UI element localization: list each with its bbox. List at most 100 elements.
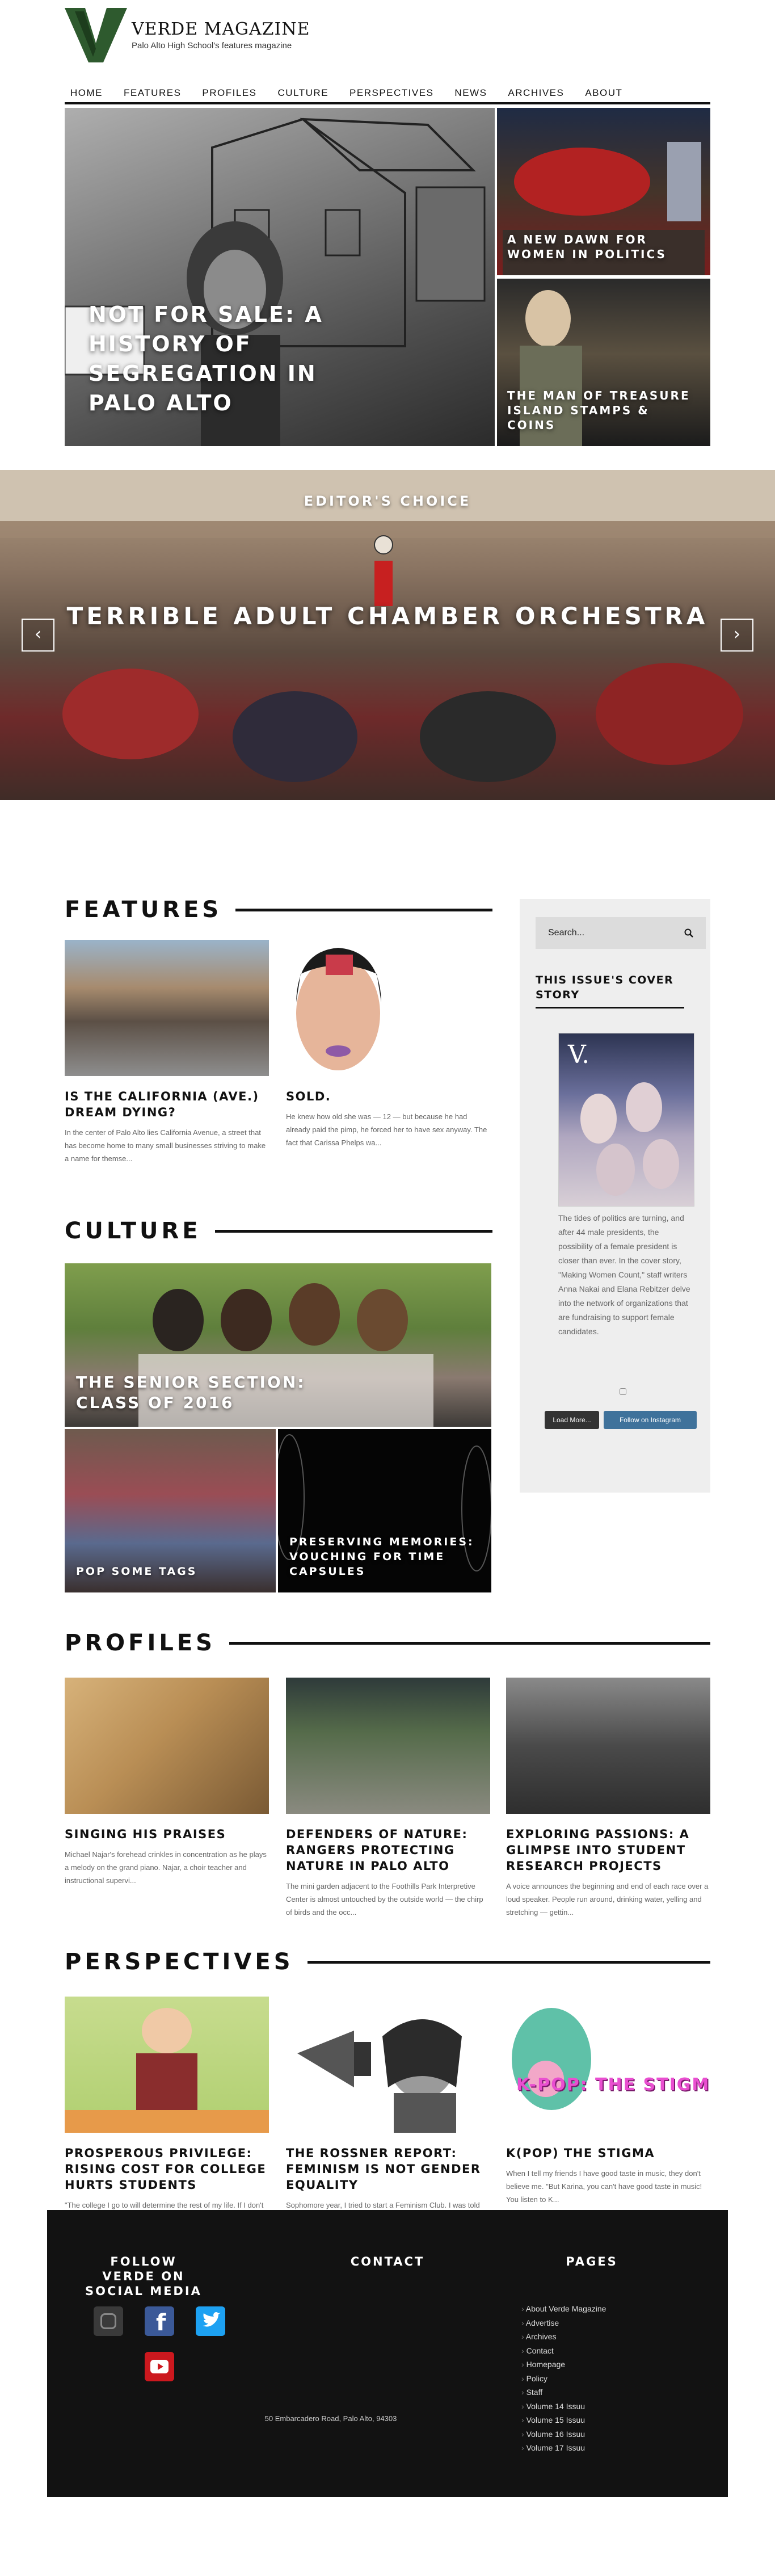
megaphone-illustration-image[interactable] (286, 1997, 490, 2133)
card-title[interactable]: PROSPEROUS PRIVILEGE: RISING COST FOR CO… (65, 2145, 269, 2193)
card-title[interactable]: IS THE CALIFORNIA (AVE.) DREAM DYING? (65, 1089, 269, 1120)
profile-card-rangers[interactable]: DEFENDERS OF NATURE: RANGERS PROTECTING … (286, 1678, 490, 1919)
card-title[interactable]: DEFENDERS OF NATURE: RANGERS PROTECTING … (286, 1826, 490, 1874)
footer-page-link[interactable]: About Verde Magazine (521, 2302, 606, 2316)
perspectives-heading: PERSPECTIVES (65, 1949, 710, 1975)
slider-next-button[interactable]: › (721, 619, 753, 652)
card-excerpt: In the center of Palo Alto lies Californ… (65, 1128, 266, 1163)
site-footer: FOLLOW VERDE ON SOCIAL MEDIA CONTACT PAG… (47, 2210, 728, 2497)
site-header: VERDE MAGAZINE Palo Alto High School's f… (65, 0, 710, 62)
california-ave-image[interactable] (65, 940, 269, 1076)
nav-profiles[interactable]: PROFILES (202, 87, 256, 99)
instagram-icon[interactable] (94, 2306, 123, 2336)
card-title[interactable]: SOLD. (286, 1089, 490, 1104)
editors-choice-title[interactable]: TERRIBLE ADULT CHAMBER ORCHESTRA (0, 602, 775, 631)
perspectives-title[interactable]: PERSPECTIVES (65, 1949, 294, 1975)
footer-page-link[interactable]: Contact (521, 2344, 606, 2358)
culture-tile-1-title[interactable]: POP SOME TAGS (76, 1564, 197, 1579)
nav-home[interactable]: HOME (70, 87, 103, 99)
culture-title[interactable]: CULTURE (65, 1218, 201, 1244)
card-title[interactable]: K(POP) THE STIGMA (506, 2145, 710, 2161)
search-box[interactable]: Search... (536, 917, 706, 949)
footer-pages-list: About Verde Magazine Advertise Archives … (521, 2302, 606, 2455)
chevron-right-icon: › (734, 624, 740, 644)
culture-tile-2-title[interactable]: PRESERVING MEMORIES: VOUCHING FOR TIME C… (289, 1535, 482, 1579)
site-logo[interactable]: VERDE MAGAZINE Palo Alto High School's f… (65, 8, 310, 62)
kpop-image-text: K-POP: THE STIGMA (516, 2075, 709, 2095)
profile-card-research[interactable]: EXPLORING PASSIONS: A GLIMPSE INTO STUDE… (506, 1678, 710, 1919)
cover-women-illustration-image (580, 1082, 679, 1196)
nav-archives[interactable]: ARCHIVES (508, 87, 564, 99)
nav-culture[interactable]: CULTURE (278, 87, 329, 99)
cover-story-image[interactable]: V. (558, 1033, 694, 1207)
card-excerpt: A voice announces the beginning and end … (506, 1882, 709, 1917)
youtube-icon[interactable] (145, 2352, 174, 2381)
card-excerpt: The mini garden adjacent to the Foothill… (286, 1882, 483, 1917)
facebook-icon[interactable]: f (145, 2306, 174, 2336)
footer-social-heading: FOLLOW VERDE ON SOCIAL MEDIA (85, 2255, 202, 2298)
hero-main-title[interactable]: NOT FOR SALE: A HISTORY OF SEGREGATION I… (89, 300, 384, 418)
page-container: VERDE MAGAZINE Palo Alto High School's f… (65, 0, 710, 446)
card-title[interactable]: SINGING HIS PRAISES (65, 1826, 269, 1842)
hero-side-story-2[interactable]: THE MAN OF TREASURE ISLAND STAMPS & COIN… (497, 279, 710, 446)
culture-tile-pop-some-tags[interactable]: POP SOME TAGS (65, 1429, 276, 1592)
footer-page-link[interactable]: Policy (521, 2372, 606, 2386)
hero-main-story[interactable]: NOT FOR SALE: A HISTORY OF SEGREGATION I… (65, 108, 495, 446)
privilege-illustration-image[interactable] (65, 1997, 269, 2133)
editors-choice-slider[interactable]: EDITOR'S CHOICE TERRIBLE ADULT CHAMBER O… (0, 470, 775, 800)
hero-side-1-title[interactable]: A NEW DAWN FOR WOMEN IN POLITICS (507, 232, 694, 262)
kpop-illustration-image[interactable]: K-POP: THE STIGMA (506, 1997, 710, 2133)
perspective-card-rossner[interactable]: THE ROSSNER REPORT: FEMINISM IS NOT GEND… (286, 1997, 490, 2238)
profile-card-singing[interactable]: SINGING HIS PRAISES Michael Najar's fore… (65, 1678, 269, 1887)
card-title[interactable]: THE ROSSNER REPORT: FEMINISM IS NOT GEND… (286, 2145, 490, 2193)
twitter-icon[interactable] (196, 2306, 225, 2336)
footer-pages-heading: PAGES (566, 2255, 618, 2268)
cover-story-heading: THIS ISSUE'S COVER STORY (536, 973, 684, 1008)
sold-illustration-image[interactable] (286, 940, 490, 1076)
feature-card-sold[interactable]: SOLD. He knew how old she was — 12 — but… (286, 940, 490, 1149)
footer-address: 50 Embarcadero Road, Palo Alto, 94303 (264, 2414, 397, 2423)
rangers-image[interactable] (286, 1678, 490, 1814)
perspective-card-privilege[interactable]: PROSPEROUS PRIVILEGE: RISING COST FOR CO… (65, 1997, 269, 2238)
orchestra-photo-image (0, 470, 775, 782)
nav-about[interactable]: ABOUT (585, 87, 622, 99)
feature-card-california[interactable]: IS THE CALIFORNIA (AVE.) DREAM DYING? In… (65, 940, 269, 1165)
heading-rule (235, 908, 492, 911)
heading-rule (214, 1229, 492, 1233)
footer-page-link[interactable]: Volume 16 Issuu (521, 2427, 606, 2441)
culture-main-story[interactable]: THE SENIOR SECTION: CLASS OF 2016 (65, 1263, 491, 1427)
footer-page-link[interactable]: Volume 15 Issuu (521, 2413, 606, 2427)
footer-page-link[interactable]: Advertise (521, 2316, 606, 2330)
nav-news[interactable]: NEWS (454, 87, 487, 99)
chevron-left-icon: ‹ (35, 624, 41, 644)
search-input[interactable]: Search... (548, 928, 684, 938)
card-title[interactable]: EXPLORING PASSIONS: A GLIMPSE INTO STUDE… (506, 1826, 710, 1874)
nav-features[interactable]: FEATURES (124, 87, 181, 99)
features-title[interactable]: FEATURES (65, 897, 222, 923)
card-excerpt: Michael Najar's forehead crinkles in con… (65, 1850, 267, 1885)
search-icon[interactable] (684, 928, 693, 938)
footer-page-link[interactable]: Staff (521, 2385, 606, 2399)
perspective-card-kpop[interactable]: K-POP: THE STIGMA K(POP) THE STIGMA When… (506, 1997, 710, 2206)
hero-side-story-1[interactable]: A NEW DAWN FOR WOMEN IN POLITICS (497, 108, 710, 275)
culture-tile-time-capsules[interactable]: PRESERVING MEMORIES: VOUCHING FOR TIME C… (278, 1429, 491, 1592)
editors-choice-label: EDITOR'S CHOICE (304, 493, 471, 509)
load-more-button[interactable]: Load More... (545, 1411, 599, 1429)
sidebar: Search... THIS ISSUE'S COVER STORY V. Th… (520, 899, 710, 1493)
footer-page-link[interactable]: Volume 17 Issuu (521, 2441, 606, 2455)
footer-contact-heading: CONTACT (350, 2255, 425, 2268)
singing-his-praises-image[interactable] (65, 1678, 269, 1814)
runners-image[interactable] (506, 1678, 710, 1814)
footer-page-link[interactable]: Archives (521, 2330, 606, 2344)
footer-page-link[interactable]: Homepage (521, 2358, 606, 2372)
nav-perspectives[interactable]: PERSPECTIVES (349, 87, 433, 99)
culture-main-title[interactable]: THE SENIOR SECTION: CLASS OF 2016 (76, 1372, 371, 1413)
hero-grid: NOT FOR SALE: A HISTORY OF SEGREGATION I… (65, 108, 710, 446)
hero-side-2-title[interactable]: THE MAN OF TREASURE ISLAND STAMPS & COIN… (507, 388, 694, 432)
follow-instagram-button[interactable]: Follow on Instagram (604, 1411, 697, 1429)
features-heading: FEATURES (65, 897, 492, 923)
slider-prev-button[interactable]: ‹ (22, 619, 54, 652)
heading-rule (307, 1960, 710, 1964)
profiles-title[interactable]: PROFILES (65, 1630, 216, 1656)
footer-page-link[interactable]: Volume 14 Issuu (521, 2399, 606, 2414)
